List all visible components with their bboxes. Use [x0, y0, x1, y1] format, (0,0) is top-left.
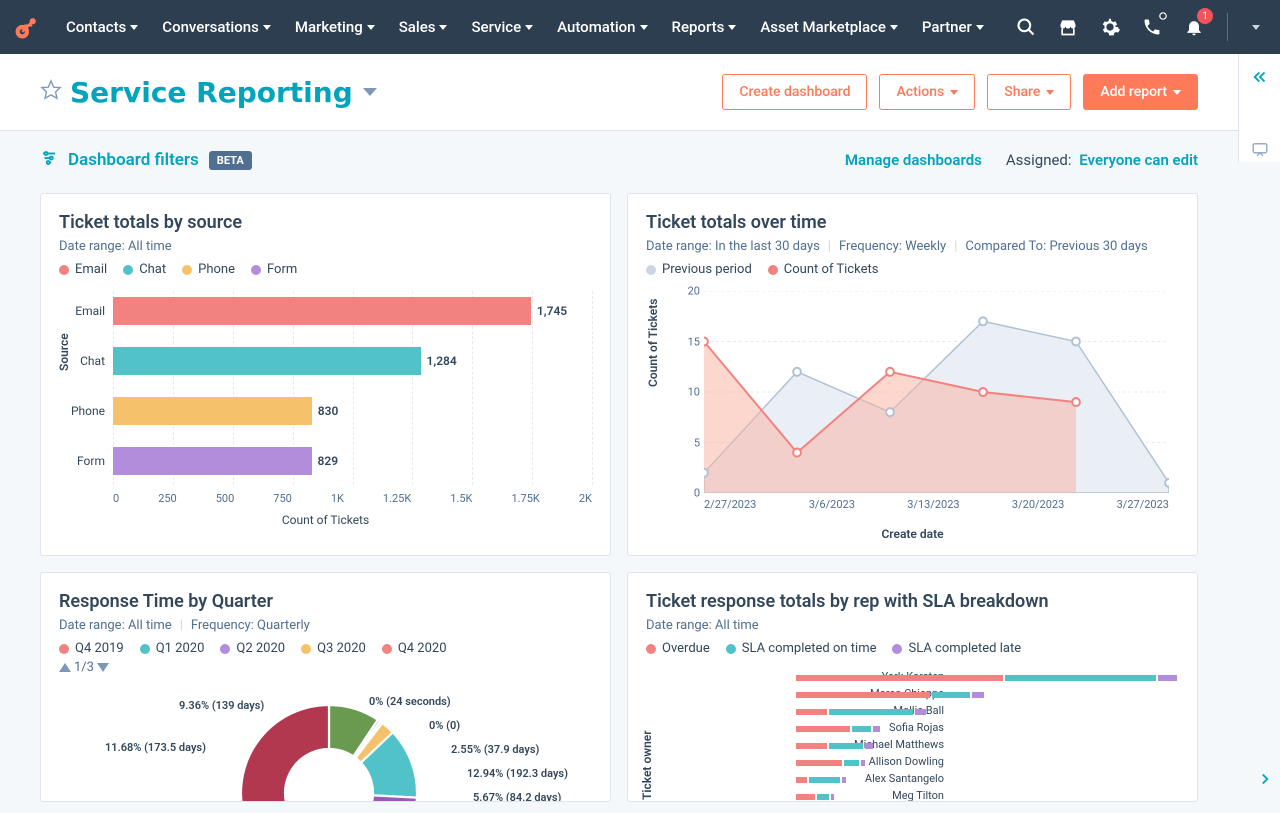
legend-item[interactable]: Q4 2019 [59, 641, 124, 656]
create-dashboard-button[interactable]: Create dashboard [722, 74, 867, 110]
hbar-category: Form [63, 454, 113, 468]
hbar-fill: 829 [113, 447, 312, 475]
card-ticket-response-by-rep: Ticket response totals by rep with SLA b… [627, 572, 1198, 802]
nav-divider [1227, 13, 1228, 41]
assigned-value-link[interactable]: Everyone can edit [1079, 151, 1198, 169]
nav-automation[interactable]: Automation [547, 0, 657, 54]
marketplace-icon[interactable] [1051, 10, 1085, 44]
nav-conversations[interactable]: Conversations [152, 0, 281, 54]
card-ticket-totals-over-time: Ticket totals over time Date range: In t… [627, 193, 1198, 556]
nav-menus: Contacts Conversations Marketing Sales S… [56, 0, 994, 54]
nav-partner[interactable]: Partner [912, 0, 994, 54]
legend-item[interactable]: Phone [182, 262, 235, 277]
legend-pager[interactable]: 1/3 [59, 660, 592, 675]
chat-icon[interactable] [1251, 140, 1269, 162]
legend-item[interactable]: SLA completed on time [726, 641, 877, 656]
manage-dashboards-link[interactable]: Manage dashboards [845, 151, 982, 169]
bell-badge: 1 [1197, 8, 1213, 24]
add-report-button[interactable]: Add report [1083, 74, 1198, 110]
hbar-fill: 1,284 [113, 347, 421, 375]
pie-slice-label: 9.36% (139 days) [179, 699, 264, 712]
bell-icon[interactable]: 1 [1177, 10, 1211, 44]
nav-asset-marketplace[interactable]: Asset Marketplace [750, 0, 908, 54]
legend-item[interactable]: Previous period [646, 262, 752, 277]
rep-row: Meg Tilton [796, 789, 1179, 802]
beta-badge: BETA [209, 151, 252, 170]
hbar-category: Email [63, 304, 113, 318]
nav-marketing[interactable]: Marketing [285, 0, 385, 54]
filter-icon[interactable] [40, 149, 58, 171]
page-header: Service Reporting Create dashboard Actio… [0, 54, 1280, 131]
gear-icon[interactable] [1093, 10, 1127, 44]
pie-slice-label: 12.94% (192.3 days) [467, 767, 568, 780]
hbar-chart: Source Email 1,745 Chat 1,284 [59, 291, 592, 531]
card-title: Ticket response totals by rep with SLA b… [646, 591, 1179, 612]
pager-up-icon[interactable] [59, 663, 71, 672]
hbar-fill: 1,745 [113, 297, 531, 325]
card-ticket-totals-by-source: Ticket totals by source Date range: All … [40, 193, 611, 556]
card-response-time-by-quarter: Response Time by Quarter Date range: All… [40, 572, 611, 802]
hbar-value: 1,284 [427, 354, 457, 368]
legend-item[interactable]: Form [251, 262, 297, 277]
star-icon[interactable] [40, 79, 62, 105]
pie-slice-label: 11.68% (173.5 days) [105, 741, 206, 754]
collapse-panel-icon[interactable] [1251, 68, 1269, 90]
top-nav: Contacts Conversations Marketing Sales S… [0, 0, 1280, 54]
rep-row: York Karsten [796, 670, 1179, 685]
legend-item[interactable]: Q4 2020 [382, 641, 447, 656]
pie-slice-label: 5.67% (84.2 days) [473, 791, 561, 802]
legend-item[interactable]: Email [59, 262, 107, 277]
legend-item[interactable]: SLA completed late [892, 641, 1021, 656]
hubspot-logo-icon[interactable] [12, 12, 42, 42]
hbar-value: 1,745 [537, 304, 567, 318]
rep-chart: Ticket owner York Karsten Marco Chieppe … [646, 670, 1179, 802]
rep-row: Marco Chieppe [796, 687, 1179, 702]
share-button[interactable]: Share [987, 74, 1071, 110]
legend-item[interactable]: Count of Tickets [768, 262, 879, 277]
assigned-label: Assigned: [1006, 151, 1072, 169]
line-chart: Count of Tickets 20151050 2/27/20233/6/2… [646, 291, 1179, 541]
legend-item[interactable]: Overdue [646, 641, 710, 656]
nav-contacts[interactable]: Contacts [56, 0, 148, 54]
dashboard-grid: Ticket totals by source Date range: All … [0, 181, 1280, 802]
nav-sales[interactable]: Sales [389, 0, 458, 54]
legend-item[interactable]: Q1 2020 [140, 641, 205, 656]
card-title: Ticket totals over time [646, 212, 1179, 233]
nav-service[interactable]: Service [461, 0, 543, 54]
expand-panel-icon[interactable] [1256, 770, 1274, 792]
filter-bar: Dashboard filters BETA Manage dashboards… [0, 131, 1280, 181]
rep-row: Sofia Rojas [796, 721, 1179, 736]
account-menu[interactable] [1244, 25, 1268, 30]
rep-row: Mollie Ball [796, 704, 1179, 719]
legend-item[interactable]: Q3 2020 [301, 641, 366, 656]
nav-right: 1 [1009, 10, 1268, 44]
hbar-fill: 830 [113, 397, 312, 425]
pie-slice-label: 0% (24 seconds) [369, 695, 451, 708]
header-actions: Create dashboard Actions Share Add repor… [722, 74, 1198, 110]
rep-row: Alex Santangelo [796, 772, 1179, 787]
pie-slice-label: 2.55% (37.9 days) [451, 743, 539, 756]
hbar-category: Chat [63, 354, 113, 368]
page-title: Service Reporting [70, 76, 353, 109]
actions-button[interactable]: Actions [879, 74, 975, 110]
chevron-down-icon [363, 88, 377, 96]
rep-row: Michael Matthews [796, 738, 1179, 753]
hbar-value: 829 [318, 454, 339, 468]
phone-icon[interactable] [1135, 10, 1169, 44]
hbar-category: Phone [63, 404, 113, 418]
pager-down-icon[interactable] [97, 663, 109, 672]
nav-reports[interactable]: Reports [662, 0, 747, 54]
pie-slice-label: 0% (0) [429, 719, 460, 732]
pie-chart: 9.36% (139 days) 0% (24 seconds) 0% (0) 2.5… [59, 689, 592, 802]
legend-item[interactable]: Q2 2020 [220, 641, 285, 656]
search-icon[interactable] [1009, 10, 1043, 44]
page-title-dropdown[interactable]: Service Reporting [70, 76, 377, 109]
card-title: Ticket totals by source [59, 212, 592, 233]
card-title: Response Time by Quarter [59, 591, 592, 612]
hbar-value: 830 [318, 404, 339, 418]
dashboard-filters-link[interactable]: Dashboard filters [68, 150, 199, 170]
right-rail [1238, 54, 1280, 162]
legend-item[interactable]: Chat [123, 262, 166, 277]
rep-row: Allison Dowling [796, 755, 1179, 770]
